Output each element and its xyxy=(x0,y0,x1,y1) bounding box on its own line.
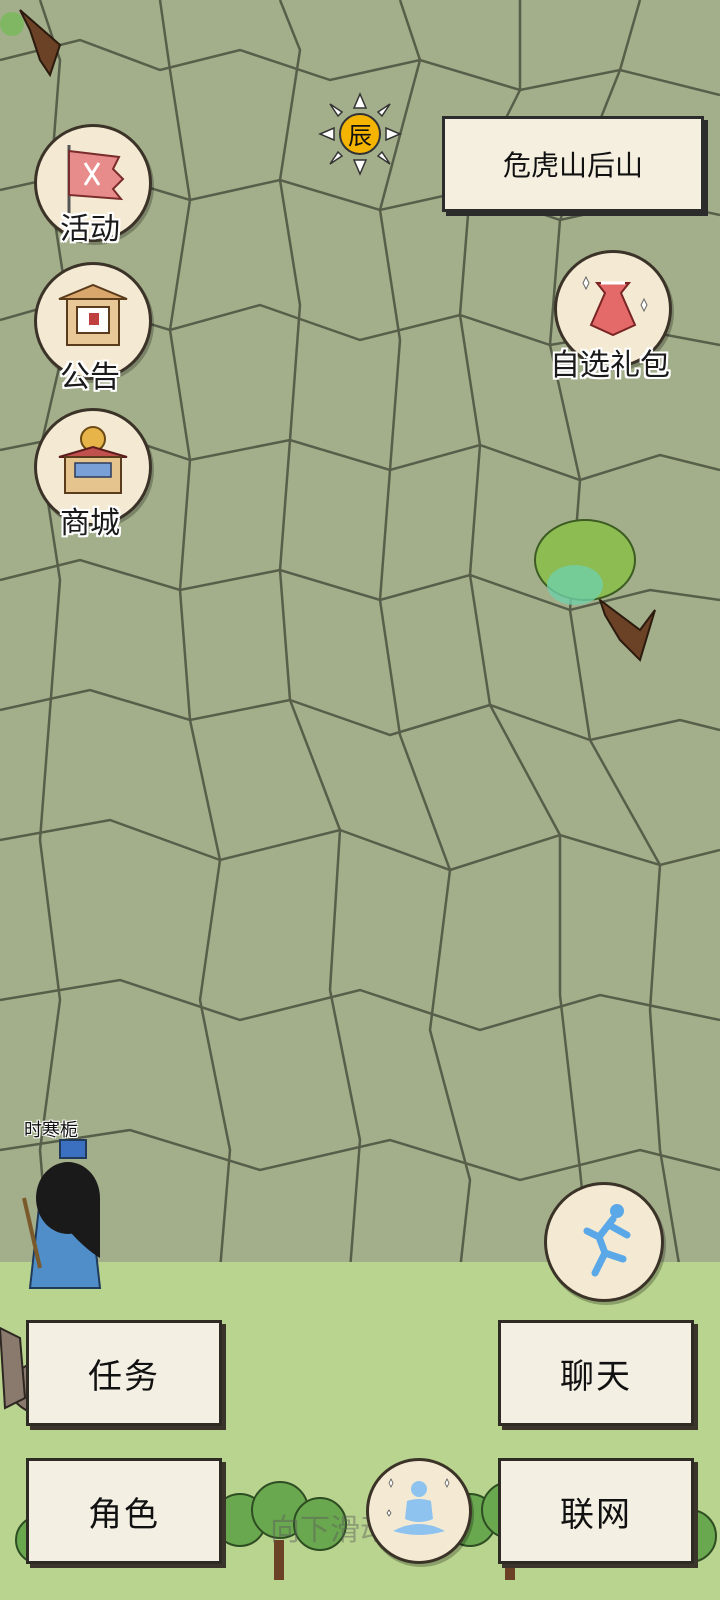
gift-pouch-icon xyxy=(582,275,648,337)
activity-label: 活动 xyxy=(60,212,120,247)
gift-pack-label: 自选礼包 xyxy=(550,348,670,383)
run-button[interactable] xyxy=(544,1182,664,1302)
running-figure-icon xyxy=(583,1204,631,1277)
meditation-figure-icon xyxy=(386,1478,450,1535)
online-button[interactable]: 联网 xyxy=(498,1458,694,1564)
shop-building-icon xyxy=(58,426,128,494)
notice-label: 公告 xyxy=(60,360,120,395)
notice-pavilion-icon xyxy=(58,283,128,346)
location-name: 危虎山后山 xyxy=(442,116,704,212)
time-marker-label: 辰 xyxy=(348,122,372,150)
shop-label: 商城 xyxy=(60,506,120,541)
character-button[interactable]: 角色 xyxy=(26,1458,222,1564)
meditate-button[interactable] xyxy=(366,1458,472,1564)
time-marker: 辰 xyxy=(318,92,402,176)
task-button[interactable]: 任务 xyxy=(26,1320,222,1426)
chat-button[interactable]: 聊天 xyxy=(498,1320,694,1426)
